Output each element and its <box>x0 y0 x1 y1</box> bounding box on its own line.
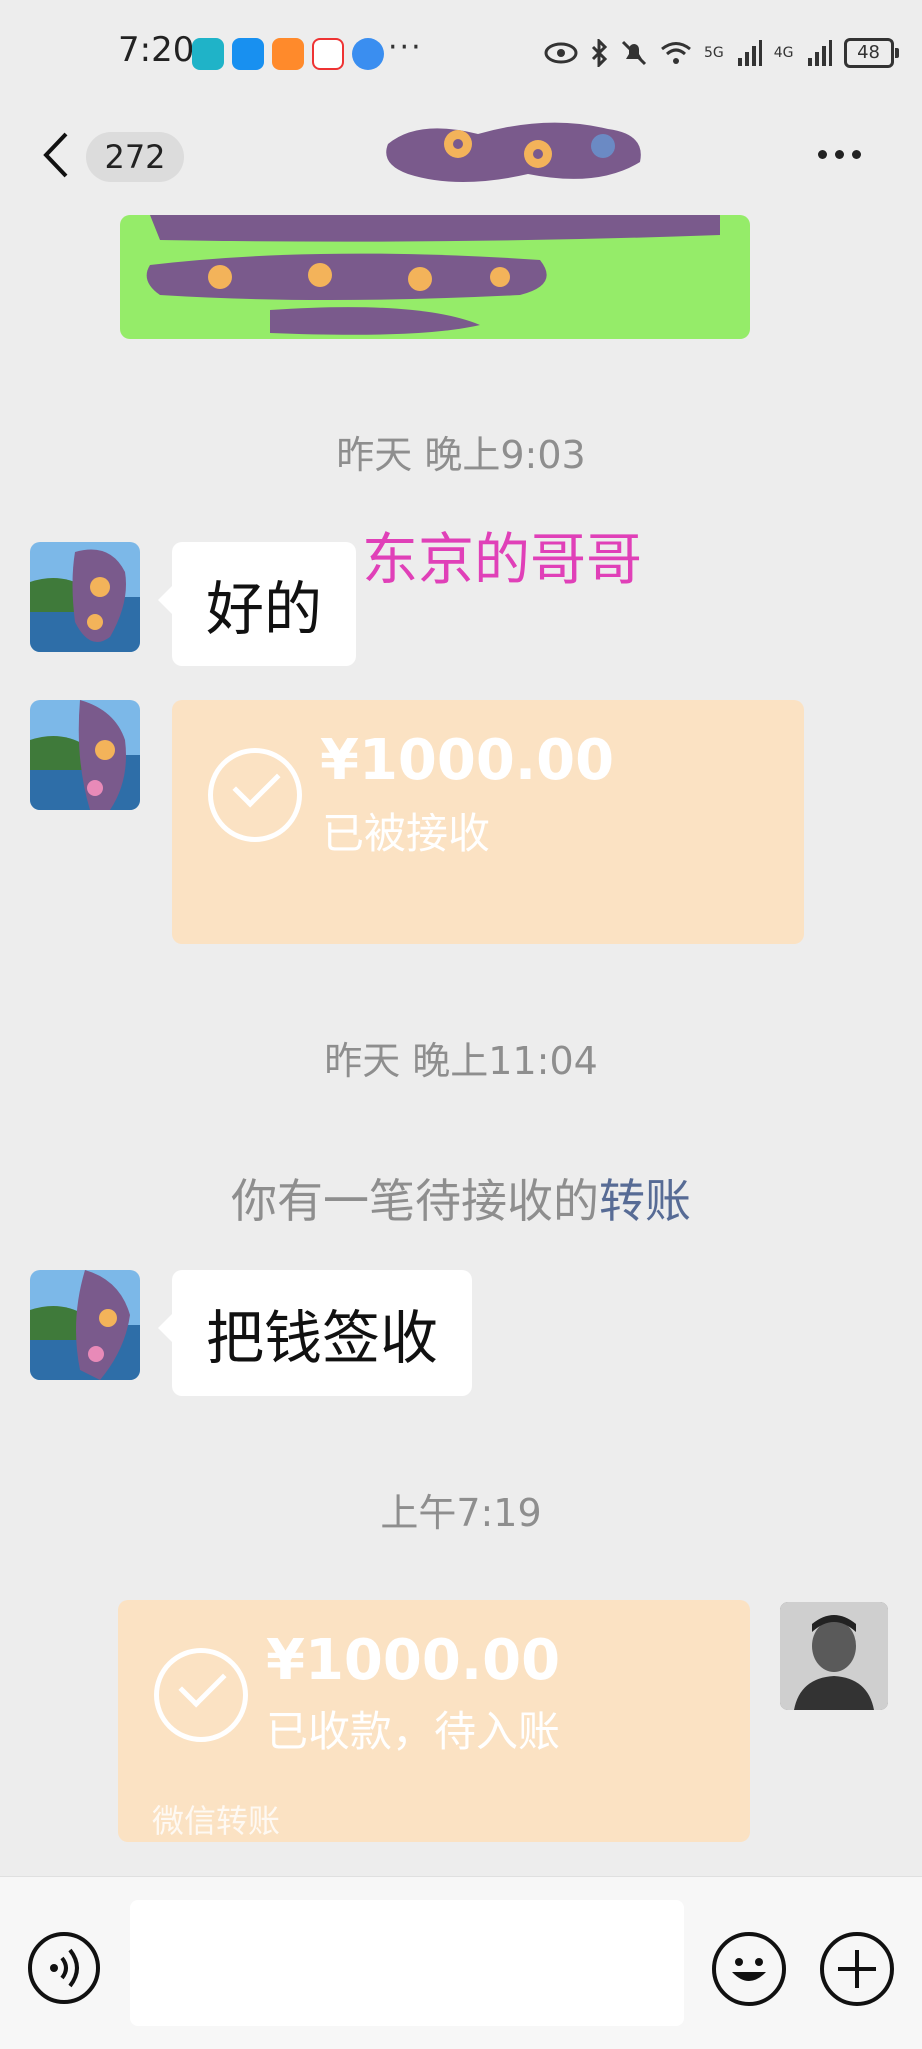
plus-sign <box>838 1950 876 1988</box>
self-avatar[interactable] <box>780 1602 888 1710</box>
status-app-icons <box>192 38 384 70</box>
status-indicators: 5G 4G 48 <box>544 38 899 68</box>
voice-icon[interactable] <box>28 1932 100 2004</box>
notice-text: 你有一笔待接收的 <box>231 1174 599 1228</box>
weather-app-icon <box>232 38 264 70</box>
more-dot <box>852 150 861 159</box>
sender-name-label: 东京的哥哥 <box>362 528 642 593</box>
more-icon[interactable] <box>818 150 861 159</box>
home-app-icon <box>192 38 224 70</box>
emoji-face <box>732 1958 766 1981</box>
timestamp-1: 昨天 晚上9:03 <box>336 433 586 477</box>
battery-icon: 48 <box>843 38 899 68</box>
mute-icon <box>621 40 647 66</box>
signal-bars-1-icon <box>737 40 762 66</box>
wifi-icon <box>661 42 691 64</box>
status-time: 7:20 <box>118 30 195 70</box>
avatar-image <box>30 1270 140 1380</box>
timestamp-3: 上午7:19 <box>380 1491 542 1535</box>
avatar-image <box>30 700 140 810</box>
plus-icon[interactable] <box>820 1932 894 2006</box>
more-dot <box>835 150 844 159</box>
friend-message-bubble[interactable]: 把钱签收 <box>157 1270 473 1396</box>
transfer-amount: ¥1000.00 <box>266 1628 561 1693</box>
pending-transfer-notice: 你有一笔待接收的转账 <box>0 1165 922 1231</box>
signal-bars-2-icon <box>807 40 832 66</box>
status-more-text: ··· <box>388 30 423 65</box>
friend-avatar[interactable] <box>30 1270 140 1380</box>
video-app-icon <box>272 38 304 70</box>
avatar-image <box>780 1602 888 1710</box>
message-text: 好的 <box>206 575 323 643</box>
emoji-icon[interactable] <box>712 1932 786 2006</box>
transfer-status: 已被接收 <box>322 809 491 858</box>
message-text: 把钱签收 <box>206 1304 439 1372</box>
more-dot <box>818 150 827 159</box>
signal-label-5g: 5G <box>704 45 724 61</box>
check-icon <box>154 1648 248 1742</box>
friend-message-bubble[interactable]: 好的 <box>157 542 357 666</box>
self-message-bubble[interactable] <box>120 215 750 339</box>
eye-icon <box>544 42 578 64</box>
transfer-link[interactable]: 转账 <box>599 1174 691 1228</box>
avatar-image <box>30 542 140 652</box>
transfer-card-self[interactable]: ¥1000.00 已收款，待入账 微信转账 <box>118 1600 750 1842</box>
transfer-status: 已收款，待入账 <box>266 1707 561 1756</box>
signal-label-4g: 4G <box>773 45 794 61</box>
check-icon <box>208 748 302 842</box>
timestamp-2: 昨天 晚上11:04 <box>324 1039 598 1083</box>
redaction-scribble <box>146 215 720 335</box>
friend-avatar[interactable] <box>30 542 140 652</box>
redacted-title <box>386 122 641 182</box>
back-icon[interactable] <box>40 130 70 180</box>
bluetooth-icon <box>591 39 608 67</box>
transfer-footer: 微信转账 <box>152 1802 281 1840</box>
red-app-icon <box>312 38 344 70</box>
friend-avatar[interactable] <box>30 700 140 810</box>
voice-waves <box>50 1948 79 1988</box>
transfer-card-received[interactable]: ¥1000.00 已被接收 <box>172 700 804 944</box>
message-input[interactable] <box>130 1900 684 2026</box>
unread-count-badge[interactable]: 272 <box>86 132 184 182</box>
browser-app-icon <box>352 38 384 70</box>
transfer-amount: ¥1000.00 <box>320 728 615 793</box>
